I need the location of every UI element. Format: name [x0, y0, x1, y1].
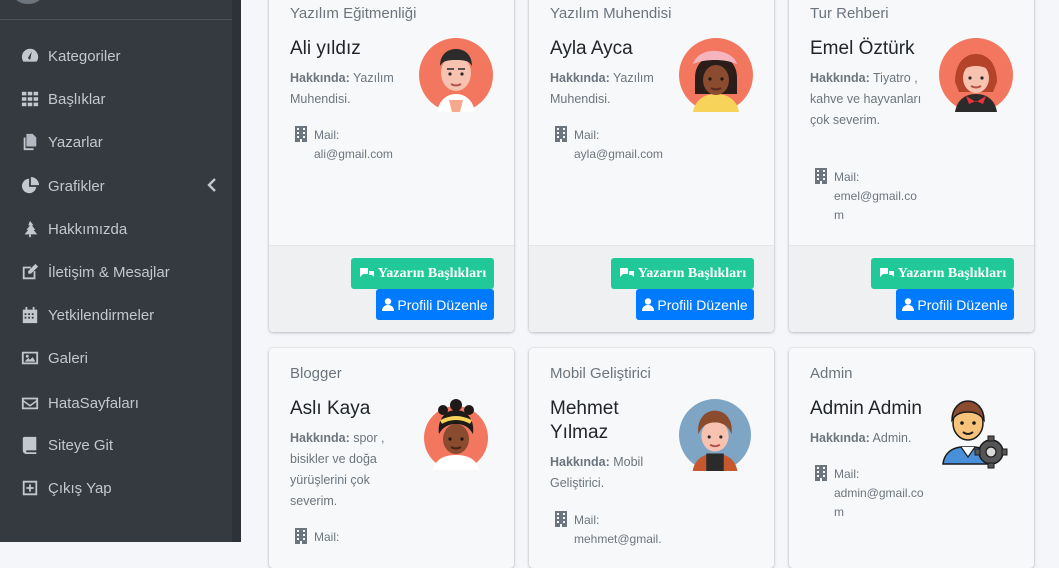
author-avatar — [679, 38, 753, 112]
author-job: Blogger — [290, 365, 342, 382]
author-name: Ali yıldız — [290, 38, 361, 59]
author-mail: Mail: — [314, 530, 340, 544]
sidebar-item-cikis-yap[interactable]: Çıkış Yap — [0, 470, 232, 506]
chevron-left-icon[interactable] — [207, 178, 217, 192]
author-name: Ayla Ayca — [550, 38, 633, 59]
author-titles-button[interactable]: Yazarın Başlıkları — [351, 258, 494, 289]
author-mail: Mail: ali@gmail.com — [314, 128, 393, 161]
edit-profile-button[interactable]: Profili Düzenle — [636, 289, 754, 320]
author-about: Hakkında: Mobil Geliştirici. — [550, 455, 644, 490]
author-name: Admin Admin — [810, 398, 922, 419]
author-titles-button[interactable]: Yazarın Başlıkları — [611, 258, 754, 289]
author-card: Tur Rehberi Emel Öztürk Hakkında: Tiyatr… — [789, 0, 1034, 332]
author-job: Mobil Geliştirici — [550, 365, 651, 382]
admin-avatar — [942, 400, 1008, 469]
copy-icon — [19, 133, 41, 151]
author-mail: Mail: ayla@gmail.com — [574, 128, 663, 161]
building-icon — [555, 511, 567, 527]
sidebar: Kategoriler Başlıklar Yazarlar Grafikler… — [0, 0, 241, 542]
tachometer-icon — [19, 47, 41, 65]
card-footer: Yazarın Başlıkları Profili Düzenle — [789, 245, 1034, 332]
sidebar-item-yetkilendirmeler[interactable]: Yetkilendirmeler — [0, 297, 232, 333]
user-avatar[interactable] — [14, 0, 42, 4]
author-about: Hakkında: spor , bisikler ve doğa yürüşl… — [290, 431, 385, 508]
building-icon — [815, 465, 827, 481]
image-icon — [19, 349, 41, 367]
comments-icon — [359, 268, 374, 277]
author-about: Hakkında: Tiyatro , kahve ve hayvanları … — [810, 71, 922, 127]
author-name: Emel Öztürk — [810, 38, 915, 59]
pie-chart-icon — [19, 177, 41, 195]
author-mail: Mail: emel@gmail.com — [834, 170, 917, 222]
author-about: Hakkında: Yazılım Muhendisi. — [290, 71, 394, 106]
sidebar-item-label: Başlıklar — [48, 90, 106, 108]
author-mail: Mail: mehmet@gmail. — [574, 513, 662, 546]
author-job: Yazılım Muhendisi — [550, 5, 672, 22]
sidebar-item-galeri[interactable]: Galeri — [0, 340, 232, 376]
author-avatar — [424, 399, 488, 470]
author-titles-button[interactable]: Yazarın Başlıkları — [871, 258, 1014, 289]
author-job: Yazılım Eğitmenliği — [290, 5, 417, 22]
user-icon — [382, 298, 395, 311]
author-avatar — [419, 38, 493, 112]
tree-icon — [19, 220, 41, 238]
sidebar-item-label: Yetkilendirmeler — [48, 306, 155, 324]
grid-icon — [19, 90, 41, 108]
sidebar-item-hatasayfalari[interactable]: HataSayfaları — [0, 385, 232, 421]
sidebar-item-siteye-git[interactable]: Siteye Git — [0, 427, 232, 463]
sidebar-divider — [0, 19, 232, 20]
building-icon — [295, 126, 307, 142]
building-icon — [815, 168, 827, 184]
author-avatar — [679, 399, 751, 471]
sidebar-item-label: HataSayfaları — [48, 394, 139, 412]
sidebar-item-label: Siteye Git — [48, 436, 114, 454]
sidebar-item-basliklar[interactable]: Başlıklar — [0, 81, 232, 117]
author-about: Hakkında: Yazılım Muhendisi. — [550, 71, 654, 106]
sidebar-item-label: Grafikler — [48, 177, 105, 195]
comments-icon — [879, 268, 894, 277]
sidebar-item-label: Çıkış Yap — [48, 479, 112, 497]
author-name: Aslı Kaya — [290, 398, 371, 419]
sidebar-item-grafikler[interactable]: Grafikler — [0, 168, 232, 204]
plus-square-icon — [19, 479, 41, 497]
author-avatar — [939, 38, 1013, 112]
sidebar-item-label: İletişim & Mesajlar — [48, 263, 170, 281]
sidebar-scrollbar[interactable] — [232, 0, 241, 542]
book-icon — [19, 436, 41, 454]
author-card: Yazılım Muhendisi Ayla Ayca Hakkında: Ya… — [529, 0, 774, 332]
author-card: Blogger Aslı Kaya Hakkında: spor , bisik… — [269, 348, 514, 568]
sidebar-item-label: Hakkımızda — [48, 220, 128, 238]
sidebar-item-label: Galeri — [48, 349, 89, 367]
author-mail: Mail: admin@gmail.com — [834, 467, 924, 519]
envelope-icon — [19, 394, 41, 412]
sidebar-item-yazarlar[interactable]: Yazarlar — [0, 124, 232, 160]
edit-profile-button[interactable]: Profili Düzenle — [896, 289, 1014, 320]
author-card: Admin Admin Admin Hakkında: Admin. Mail:… — [789, 348, 1034, 568]
edit-profile-button[interactable]: Profili Düzenle — [376, 289, 494, 320]
edit-icon — [19, 263, 41, 281]
author-about: Hakkında: Admin. — [810, 431, 912, 445]
author-card: Mobil Geliştirici Mehmet Yılmaz Hakkında… — [529, 348, 774, 568]
user-icon — [902, 298, 915, 311]
sidebar-item-hakkimizda[interactable]: Hakkımızda — [0, 211, 232, 247]
card-footer: Yazarın Başlıkları Profili Düzenle — [529, 245, 774, 332]
sidebar-item-iletisim[interactable]: İletişim & Mesajlar — [0, 254, 232, 290]
sidebar-item-kategoriler[interactable]: Kategoriler — [0, 38, 232, 74]
card-footer: Yazarın Başlıkları Profili Düzenle — [269, 245, 514, 332]
comments-icon — [619, 268, 634, 277]
calendar-icon — [19, 306, 41, 324]
author-job: Tur Rehberi — [810, 5, 889, 22]
sidebar-item-label: Yazarlar — [48, 133, 103, 151]
user-icon — [642, 298, 655, 311]
author-name: Mehmet Yılmaz — [550, 398, 619, 443]
sidebar-item-label: Kategoriler — [48, 47, 121, 65]
author-card: Yazılım Eğitmenliği Ali yıldız Hakkında:… — [269, 0, 514, 332]
building-icon — [555, 126, 567, 142]
author-job: Admin — [810, 365, 853, 382]
